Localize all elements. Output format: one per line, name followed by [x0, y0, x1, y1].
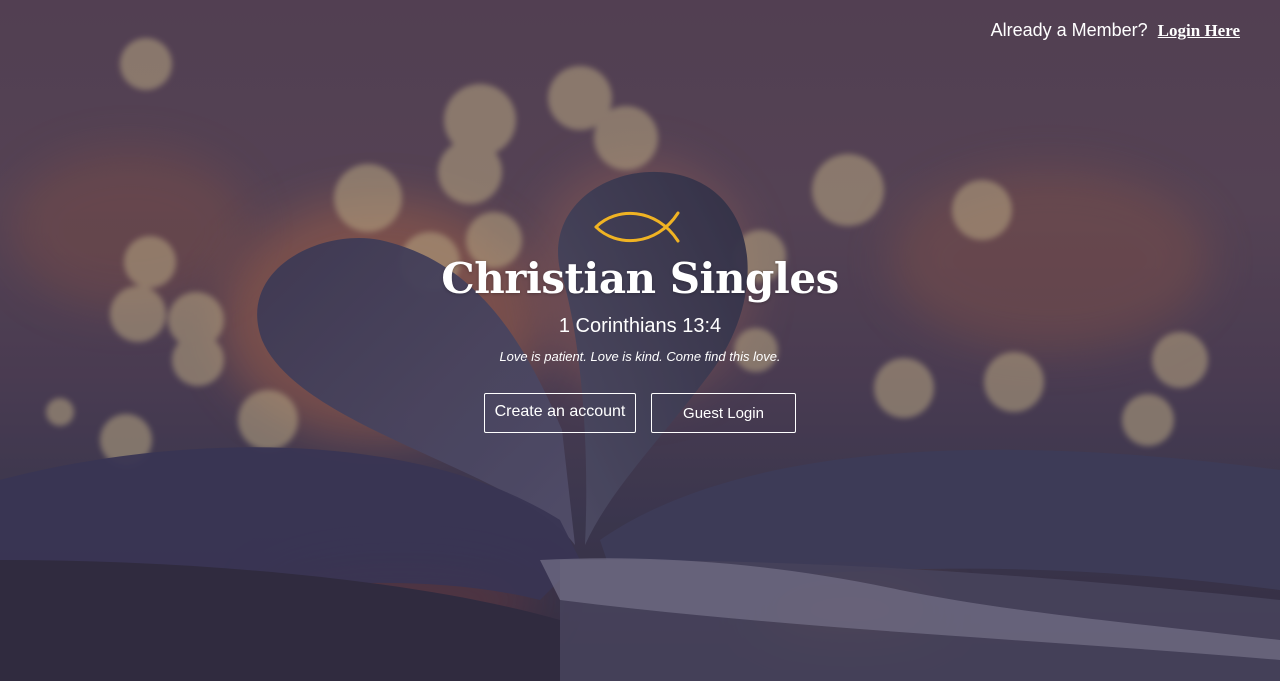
- site-title: Christian Singles: [441, 254, 839, 303]
- member-prompt: Already a Member?: [990, 20, 1148, 40]
- tagline: Love is patient. Love is kind. Come find…: [499, 349, 781, 364]
- login-link[interactable]: Login Here: [1158, 21, 1240, 41]
- scripture-reference: 1 Corinthians 13:4: [558, 315, 722, 337]
- hero-section: Christian Singles 1 Corinthians 13:4 Lov…: [0, 205, 1280, 433]
- member-login-bar: Already a Member? Login Here: [991, 20, 1240, 41]
- create-account-button[interactable]: Create an account: [484, 393, 636, 433]
- action-buttons: Create an account Guest Login: [0, 393, 1280, 433]
- guest-login-button[interactable]: Guest Login: [651, 393, 796, 433]
- ichthys-fish-icon: [594, 211, 680, 243]
